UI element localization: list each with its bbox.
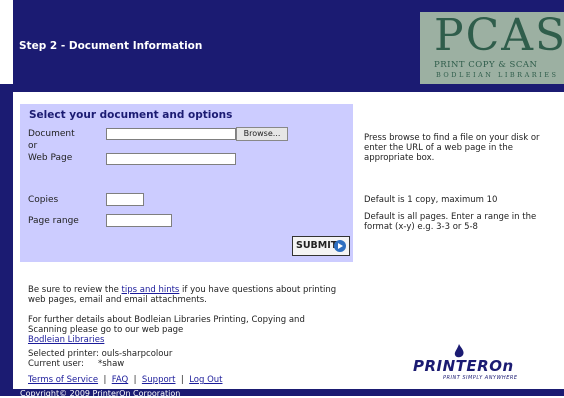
user-info: Current user: *shaw	[28, 359, 125, 369]
log-out-link[interactable]: Log Out	[189, 375, 222, 385]
support-link[interactable]: Support	[142, 375, 176, 385]
printeron-wordmark: PRINTEROn	[413, 357, 514, 375]
frame-left-border	[0, 84, 13, 396]
logo-big-text: PCAS	[434, 10, 564, 61]
copies-input[interactable]	[106, 193, 144, 206]
logo-line-2: BODLEIAN LIBRARIES	[436, 71, 559, 79]
submit-button[interactable]: SUBMIT	[292, 236, 350, 256]
document-options-panel: Select your document and options Documen…	[20, 104, 353, 262]
arrow-right-icon	[334, 240, 346, 252]
browse-button[interactable]: Browse...	[236, 127, 288, 141]
footer-links: Terms of Service | FAQ | Support | Log O…	[28, 375, 223, 385]
printer-value: ouls-sharpcolour	[101, 349, 173, 359]
tips-and-hints-link[interactable]: tips and hints	[122, 285, 180, 295]
page-title: Step 2 - Document Information	[19, 40, 203, 52]
frame-top-line	[13, 84, 564, 92]
document-label: Document	[28, 129, 75, 139]
copyright-text: Copyright© 2009 PrinterOn Corporation	[20, 389, 181, 398]
logo-line-1: PRINT COPY & SCAN	[434, 60, 538, 70]
page-range-label: Page range	[28, 216, 79, 226]
webpage-label: Web Page	[28, 153, 73, 163]
details-text: For further details about Bodleian Libra…	[28, 315, 305, 345]
copies-hint: Default is 1 copy, maximum 10	[364, 195, 498, 205]
page-range-input[interactable]	[106, 214, 172, 227]
printeron-tagline: PRINT SIMPLY ANYWHERE	[443, 375, 518, 381]
copies-label: Copies	[28, 195, 59, 205]
webpage-input[interactable]	[106, 153, 236, 165]
range-hint: Default is all pages. Enter a range in t…	[364, 212, 537, 232]
or-label: or	[28, 141, 38, 151]
faq-link[interactable]: FAQ	[112, 375, 128, 385]
ink-drop-icon	[454, 344, 464, 358]
printer-info: Selected printer: ouls-sharpcolour	[28, 349, 173, 359]
panel-title: Select your document and options	[29, 109, 233, 121]
browse-hint: Press browse to find a file on your disk…	[364, 133, 540, 163]
bodleian-libraries-link[interactable]: Bodleian Libraries	[28, 335, 104, 345]
review-text: Be sure to review the tips and hints if …	[28, 285, 337, 305]
document-input[interactable]	[106, 128, 236, 140]
printeron-logo: PRINTEROn PRINT SIMPLY ANYWHERE	[413, 344, 523, 384]
pcas-logo: PCAS PRINT COPY & SCAN BODLEIAN LIBRARIE…	[420, 10, 564, 84]
submit-label: SUBMIT	[296, 240, 338, 251]
header-left-strip	[0, 0, 13, 84]
user-value: *shaw	[98, 359, 125, 369]
terms-of-service-link[interactable]: Terms of Service	[28, 375, 98, 385]
